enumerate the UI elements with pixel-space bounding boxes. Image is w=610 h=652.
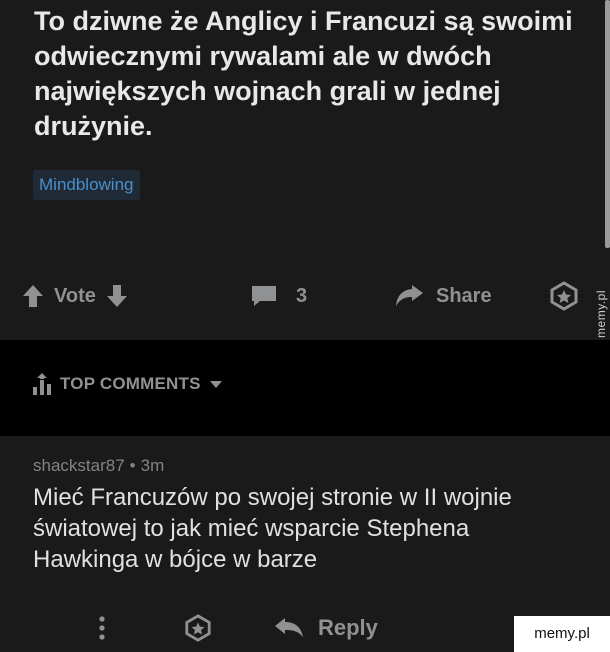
- comment-bubble-icon: [250, 284, 278, 308]
- comment-count: 3: [296, 284, 308, 307]
- downvote-arrow-icon[interactable]: [106, 284, 128, 308]
- corner-watermark: memy.pl: [514, 616, 610, 652]
- side-watermark: memy.pl: [594, 290, 608, 338]
- comments-button[interactable]: 3: [250, 276, 307, 316]
- post-flair[interactable]: Mindblowing: [33, 170, 140, 200]
- reply-button[interactable]: Reply: [274, 608, 378, 648]
- upvote-arrow-icon[interactable]: [22, 284, 44, 308]
- award-icon: [549, 281, 579, 311]
- comment-meta: shackstar87 • 3m: [33, 456, 164, 476]
- vote-label: Vote: [54, 284, 96, 307]
- award-icon: [184, 614, 212, 642]
- top-comments-label: TOP COMMENTS: [60, 374, 201, 393]
- comment-body: Mieć Francuzów po swojej stronie w II wo…: [33, 484, 512, 573]
- share-label: Share: [436, 284, 492, 307]
- comment-award-button[interactable]: [184, 608, 212, 648]
- post-card: To dziwne że Anglicy i Francuzi są swoim…: [0, 0, 610, 340]
- comment-author[interactable]: shackstar87: [33, 456, 125, 476]
- meta-separator: •: [129, 456, 136, 475]
- award-button[interactable]: [549, 276, 579, 316]
- comment-timestamp: 3m: [140, 456, 165, 475]
- chevron-down-icon: [209, 379, 223, 389]
- share-arrow-icon: [394, 284, 424, 308]
- sort-bars-icon: [32, 372, 54, 396]
- post-action-bar: Vote 3 Share: [0, 276, 610, 316]
- vote-controls: Vote: [22, 276, 128, 316]
- scrollbar[interactable]: [605, 0, 610, 248]
- share-button[interactable]: Share: [394, 276, 492, 316]
- reply-arrow-icon: [274, 617, 304, 639]
- post-title[interactable]: To dziwne że Anglicy i Francuzi są swoim…: [34, 4, 594, 144]
- sort-comments-dropdown[interactable]: TOP COMMENTS: [32, 372, 223, 396]
- reply-label: Reply: [318, 615, 378, 640]
- more-vertical-icon: [98, 615, 106, 641]
- more-options-button[interactable]: [98, 608, 106, 648]
